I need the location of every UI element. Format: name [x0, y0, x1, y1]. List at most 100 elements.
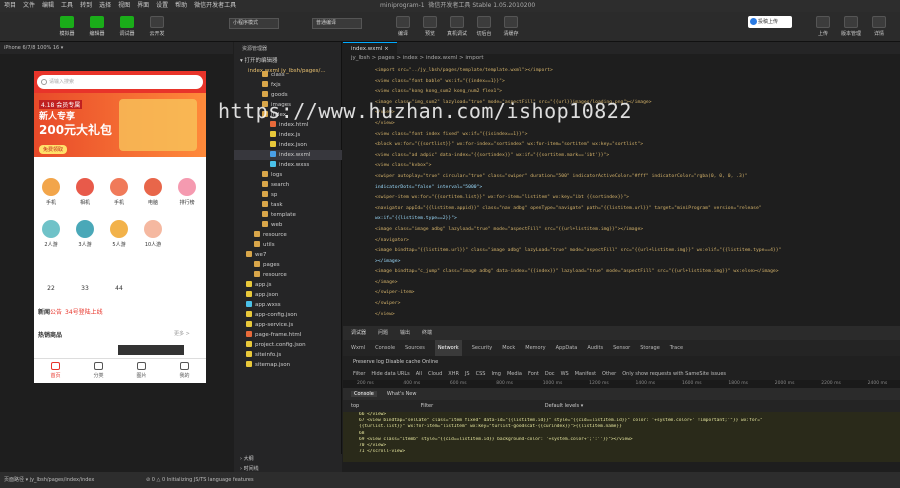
context-select[interactable]: top: [351, 403, 359, 409]
console-tab-0[interactable]: Console: [351, 391, 377, 397]
tree-item[interactable]: resource: [234, 230, 342, 240]
tree-item[interactable]: siteinfo.js: [234, 350, 342, 360]
panel-tab-appdata[interactable]: AppData: [556, 340, 578, 356]
page-path[interactable]: 页面路径 ▾ jy_lbsh/pages/index/index: [4, 477, 94, 483]
banner-button[interactable]: 免费领取: [39, 145, 68, 154]
devtools-tab-1[interactable]: 问题: [378, 330, 388, 336]
mode-select[interactable]: 小程序模式: [229, 18, 279, 29]
filter-type[interactable]: JS: [465, 368, 470, 380]
toolbar-button-tb-right-0[interactable]: 上传: [810, 16, 836, 37]
grid-item[interactable]: 手机: [34, 178, 68, 206]
panel-tab-memory[interactable]: Memory: [525, 340, 545, 356]
devtools-tab-2[interactable]: 输出: [400, 330, 410, 336]
tab-3[interactable]: 我的: [163, 359, 206, 383]
tree-item[interactable]: utils: [234, 240, 342, 250]
tree-item[interactable]: template: [234, 210, 342, 220]
filter-input[interactable]: Filter: [421, 403, 433, 409]
filter-type[interactable]: Only show requests with SameSite issues: [622, 368, 726, 380]
toolbar-button-tb-left-1[interactable]: 编辑器: [84, 16, 110, 37]
panel-tab-audits[interactable]: Audits: [587, 340, 603, 356]
toolbar-button-tb-left-2[interactable]: 调试器: [114, 16, 140, 37]
toolbar-button-tb-mid-3[interactable]: 切后台: [471, 16, 497, 37]
panel-tab-storage[interactable]: Storage: [640, 340, 660, 356]
more-link[interactable]: 更多 >: [174, 330, 190, 337]
tree-item[interactable]: pages: [234, 260, 342, 270]
filter-type[interactable]: Cloud: [428, 368, 442, 380]
levels-select[interactable]: Default levels ▾: [545, 403, 583, 409]
tab-0[interactable]: 首页: [34, 359, 77, 383]
toolbar-button-tb-mid-1[interactable]: 预览: [417, 16, 443, 37]
menu-item-5[interactable]: 选择: [99, 0, 111, 12]
panel-tab-console[interactable]: Console: [375, 340, 395, 356]
panel-tab-network[interactable]: Network: [434, 340, 462, 356]
menu-item-9[interactable]: 帮助: [175, 0, 187, 12]
tree-item[interactable]: app.json: [234, 290, 342, 300]
tree-item[interactable]: we7: [234, 250, 342, 260]
toolbar-button-tb-left-3[interactable]: 云开发: [144, 16, 170, 37]
tree-item[interactable]: page-frame.html: [234, 330, 342, 340]
panel-tab-sources[interactable]: Sources: [405, 340, 425, 356]
tree-item[interactable]: index.wxml: [234, 150, 342, 160]
tree-item[interactable]: web: [234, 220, 342, 230]
toolbar-button-tb-mid-4[interactable]: 清缓存: [498, 16, 524, 37]
tree-item[interactable]: class: [234, 70, 342, 80]
product-thumb[interactable]: [118, 345, 184, 355]
tree-item[interactable]: app-config.json: [234, 310, 342, 320]
grid-item[interactable]: 2人游: [34, 220, 68, 248]
toolbar-button-tb-right-2[interactable]: 详情: [866, 16, 892, 37]
tree-item[interactable]: fxjs: [234, 80, 342, 90]
tree-item[interactable]: sp: [234, 190, 342, 200]
tree-item[interactable]: task: [234, 200, 342, 210]
grid-item[interactable]: 5人游: [102, 220, 136, 248]
grid-item[interactable]: 10人游: [136, 220, 170, 248]
tree-item[interactable]: logs: [234, 170, 342, 180]
outline-section[interactable]: › 大纲: [234, 454, 342, 464]
tree-item[interactable]: sitemap.json: [234, 360, 342, 370]
news-bar[interactable]: 新闻公告 34号登陆上线: [38, 307, 103, 316]
grid-item[interactable]: 排行榜: [170, 178, 204, 206]
menu-item-1[interactable]: 文件: [23, 0, 35, 12]
filter-type[interactable]: XHR: [448, 368, 459, 380]
menu-item-7[interactable]: 界面: [137, 0, 149, 12]
tree-item[interactable]: search: [234, 180, 342, 190]
menu-item-2[interactable]: 编辑: [42, 0, 54, 12]
devtools-tab-0[interactable]: 调试器: [351, 330, 366, 336]
panel-tab-wxml[interactable]: Wxml: [351, 340, 365, 356]
filter-type[interactable]: Font: [528, 368, 539, 380]
panel-tab-sensor[interactable]: Sensor: [613, 340, 630, 356]
code-editor[interactable]: index.wxml × jy_lbsh > pages > index > i…: [343, 42, 900, 326]
menu-item-0[interactable]: 项目: [4, 0, 16, 12]
panel-tab-trace[interactable]: Trace: [670, 340, 683, 356]
filter-type[interactable]: Img: [491, 368, 501, 380]
menu-item-8[interactable]: 设置: [156, 0, 168, 12]
tab-index-wxml[interactable]: index.wxml ×: [343, 42, 397, 54]
grid-item[interactable]: 电脑: [136, 178, 170, 206]
filter-type[interactable]: All: [416, 368, 422, 380]
tab-1[interactable]: 分类: [77, 359, 120, 383]
open-editors-section[interactable]: ▾ 打开的编辑器: [234, 56, 341, 66]
devtools-tab-3[interactable]: 终端: [422, 330, 432, 336]
grid-item[interactable]: 3人游: [68, 220, 102, 248]
menu-item-10[interactable]: 微信开发者工具: [194, 0, 236, 12]
tree-item[interactable]: app-service.js: [234, 320, 342, 330]
filter-type[interactable]: Doc: [545, 368, 555, 380]
toolbar-button-tb-mid-2[interactable]: 真机调试: [444, 16, 470, 37]
grid-item[interactable]: 手机: [102, 178, 136, 206]
tab-2[interactable]: 图片: [120, 359, 163, 383]
toolbar-button-tb-right-1[interactable]: 版本管理: [838, 16, 864, 37]
tree-item[interactable]: project.config.json: [234, 340, 342, 350]
filter-type[interactable]: WS: [561, 368, 569, 380]
tree-item[interactable]: app.wxss: [234, 300, 342, 310]
tree-item[interactable]: resource: [234, 270, 342, 280]
device-select[interactable]: iPhone 6/7/8 100% 16 ▾: [0, 42, 233, 54]
compile-select[interactable]: 普通编译: [312, 18, 362, 29]
grid-item[interactable]: 相机: [68, 178, 102, 206]
upload-button[interactable]: 投稿上传: [748, 16, 792, 28]
filter-type[interactable]: Media: [507, 368, 522, 380]
promo-banner[interactable]: 4.18 会员专属 新人专享 200元大礼包 免费领取: [34, 93, 206, 157]
tree-item[interactable]: index.wxss: [234, 160, 342, 170]
toolbar-button-tb-mid-0[interactable]: 编译: [390, 16, 416, 37]
tree-item[interactable]: index.json: [234, 140, 342, 150]
console-tab-1[interactable]: What's New: [387, 391, 417, 397]
tree-item[interactable]: index.js: [234, 130, 342, 140]
